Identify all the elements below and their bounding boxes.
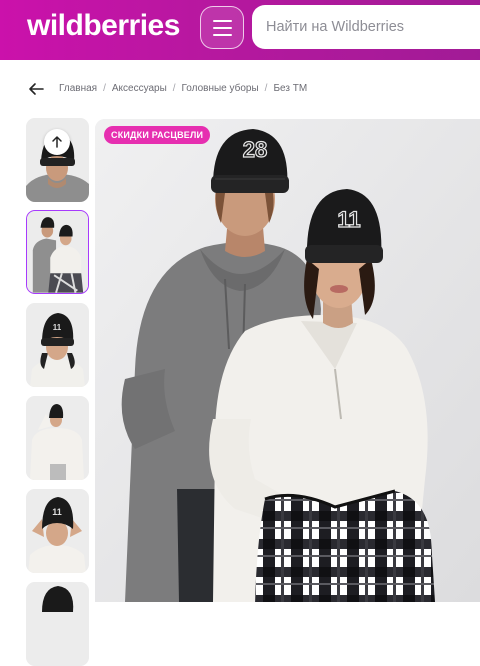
thumbnail-photo: 11 <box>26 303 89 387</box>
thumbnail-photo <box>27 211 88 293</box>
site-header: wildberries <box>0 0 480 60</box>
gallery-thumbnail[interactable] <box>26 396 89 480</box>
gallery-thumbnail[interactable]: 11 <box>26 303 89 387</box>
breadcrumb: Главная / Аксессуары / Головные уборы / … <box>59 83 308 94</box>
breadcrumb-item-headwear[interactable]: Головные уборы <box>182 83 259 94</box>
search-input[interactable] <box>266 5 476 49</box>
gallery-scroll-up-button[interactable] <box>44 129 70 155</box>
thumbnail-photo: 11 <box>26 489 89 573</box>
wildberries-logo[interactable]: wildberries <box>27 10 180 42</box>
product-photo: 28 11 <box>95 119 480 602</box>
thumbnail-photo <box>26 582 89 666</box>
hamburger-menu-icon <box>213 20 232 22</box>
arrow-up-icon <box>52 136 62 148</box>
promo-badge: СКИДКИ РАСЦВЕЛИ <box>104 126 211 144</box>
breadcrumb-item-accessories[interactable]: Аксессуары <box>112 83 167 94</box>
thumbnail-photo <box>26 396 89 480</box>
breadcrumb-item-home[interactable]: Главная <box>59 83 97 94</box>
product-main-image[interactable]: 28 11 <box>95 119 480 602</box>
svg-text:11: 11 <box>53 323 62 332</box>
menu-button[interactable] <box>200 6 244 49</box>
arrow-left-icon[interactable] <box>27 80 45 98</box>
beanie-number-28: 28 <box>243 137 267 162</box>
gallery-thumbnail[interactable] <box>26 582 89 666</box>
gallery-thumbnail-active[interactable] <box>26 210 89 294</box>
beanie-number-11: 11 <box>337 207 360 232</box>
breadcrumb-item-brand[interactable]: Без ТМ <box>273 83 307 94</box>
gallery-thumbnail[interactable]: 11 <box>26 489 89 573</box>
svg-text:11: 11 <box>52 507 62 517</box>
search-box[interactable] <box>252 5 480 49</box>
